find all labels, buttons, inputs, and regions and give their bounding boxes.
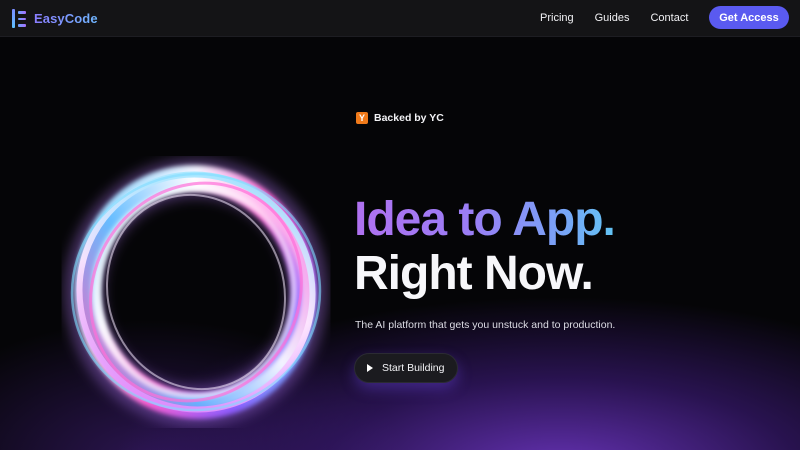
- start-building-label: Start Building: [382, 362, 445, 374]
- hero-ring-artwork: [64, 158, 328, 426]
- nav-links: Pricing Guides Contact: [540, 12, 688, 24]
- start-building-button[interactable]: Start Building: [354, 353, 458, 383]
- top-navbar: EasyCode Pricing Guides Contact Get Acce…: [0, 0, 800, 37]
- nav-link-guides[interactable]: Guides: [595, 12, 630, 24]
- easycode-logo-icon: [12, 9, 26, 28]
- get-access-button[interactable]: Get Access: [709, 6, 789, 29]
- play-icon: [367, 364, 373, 372]
- nav-link-pricing[interactable]: Pricing: [540, 12, 574, 24]
- headline-line-1: Idea to App.: [354, 193, 616, 246]
- badge-text: Backed by YC: [374, 112, 444, 124]
- hero-subtitle: The AI platform that gets you unstuck an…: [355, 319, 616, 331]
- nav-link-contact[interactable]: Contact: [650, 12, 688, 24]
- backed-by-yc-badge: Y Backed by YC: [356, 112, 444, 124]
- yc-logo-icon: Y: [356, 112, 368, 124]
- headline-line-2: Right Now.: [354, 247, 594, 300]
- brand-logo[interactable]: EasyCode: [12, 9, 98, 28]
- brand-name: EasyCode: [34, 11, 98, 26]
